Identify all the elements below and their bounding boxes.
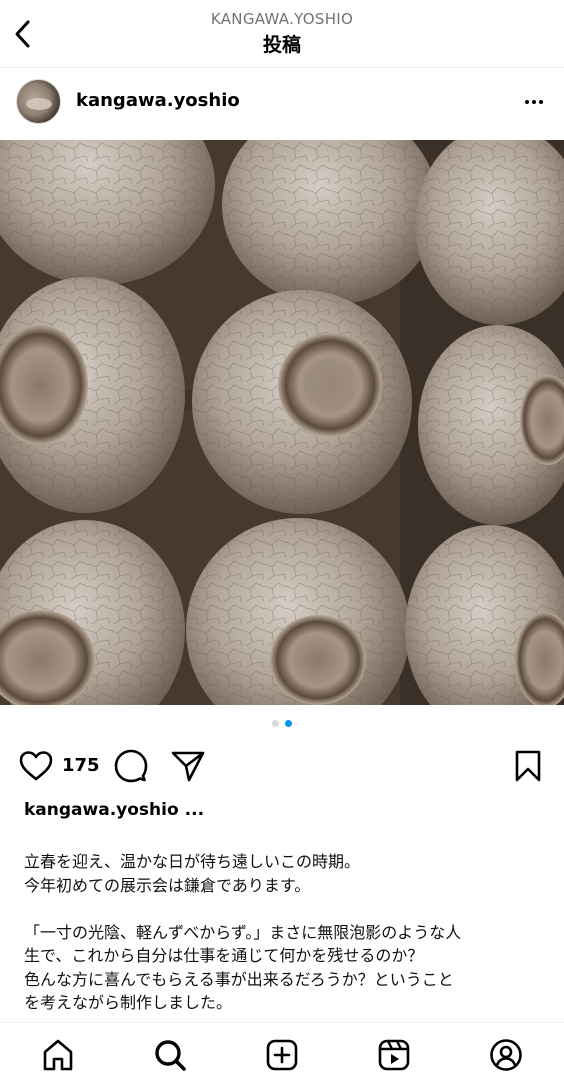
bookmark-icon bbox=[515, 750, 541, 782]
top-header: KANGAWA.YOSHIO 投稿 bbox=[0, 0, 564, 68]
profile-icon bbox=[490, 1039, 522, 1071]
more-options-button[interactable] bbox=[520, 90, 548, 114]
nav-reels[interactable] bbox=[374, 1037, 414, 1073]
account-name-header: KANGAWA.YOSHIO bbox=[210, 10, 354, 28]
carousel-dot-active bbox=[285, 720, 292, 727]
nav-home[interactable] bbox=[38, 1037, 78, 1073]
search-icon bbox=[155, 1040, 186, 1071]
post-actions: 175 bbox=[0, 742, 564, 788]
paper-plane-icon bbox=[171, 751, 205, 782]
bottom-nav bbox=[0, 1022, 564, 1080]
ceramic-bowls-photo bbox=[0, 140, 564, 705]
post-caption: 立春を迎え、温かな日が待ち遠しいこの時期。 今年初めての展示会は鎌倉であります。… bbox=[24, 850, 544, 1015]
caption-username[interactable]: kangawa.yoshio... bbox=[24, 800, 204, 820]
caption-line: を考えながら制作しました。 bbox=[24, 993, 233, 1012]
post-username[interactable]: kangawa.yoshio bbox=[76, 90, 240, 111]
comment-button[interactable] bbox=[113, 748, 149, 784]
caption-line: 生で、これから自分は仕事を通じて何かを残せるのか？ bbox=[24, 946, 424, 965]
like-button[interactable] bbox=[18, 748, 54, 784]
comment-icon bbox=[114, 749, 148, 783]
nav-search[interactable] bbox=[150, 1037, 190, 1073]
heart-icon bbox=[19, 751, 53, 781]
save-button[interactable] bbox=[510, 748, 546, 784]
carousel-dot bbox=[272, 720, 279, 727]
page-title: 投稿 bbox=[262, 34, 301, 56]
share-button[interactable] bbox=[170, 748, 206, 784]
carousel-indicator bbox=[0, 720, 564, 730]
caption-line: 「一寸の光陰、軽んずべからず。」まさに無限泡影のような人 bbox=[24, 922, 462, 942]
reels-icon bbox=[378, 1039, 410, 1071]
post-image[interactable] bbox=[0, 140, 564, 705]
caption-line: 色んな方に喜んでもらえる事が出来るだろうか？ということ bbox=[24, 969, 454, 989]
nav-profile[interactable] bbox=[486, 1037, 526, 1073]
avatar[interactable] bbox=[16, 79, 61, 124]
caption-line: 立春を迎え、温かな日が待ち遠しいこの時期。 bbox=[24, 852, 361, 871]
more-horizontal-icon bbox=[525, 100, 529, 104]
caption-username-text[interactable]: kangawa.yoshio bbox=[24, 800, 179, 820]
caption-line: 今年初めての展示会は鎌倉であります。 bbox=[24, 875, 311, 895]
caption-more[interactable]: ... bbox=[185, 800, 204, 820]
post-author-row: kangawa.yoshio bbox=[0, 68, 564, 140]
plus-square-icon bbox=[266, 1039, 298, 1071]
nav-create[interactable] bbox=[262, 1037, 302, 1073]
like-count[interactable]: 175 bbox=[62, 755, 100, 776]
home-icon bbox=[43, 1039, 73, 1071]
